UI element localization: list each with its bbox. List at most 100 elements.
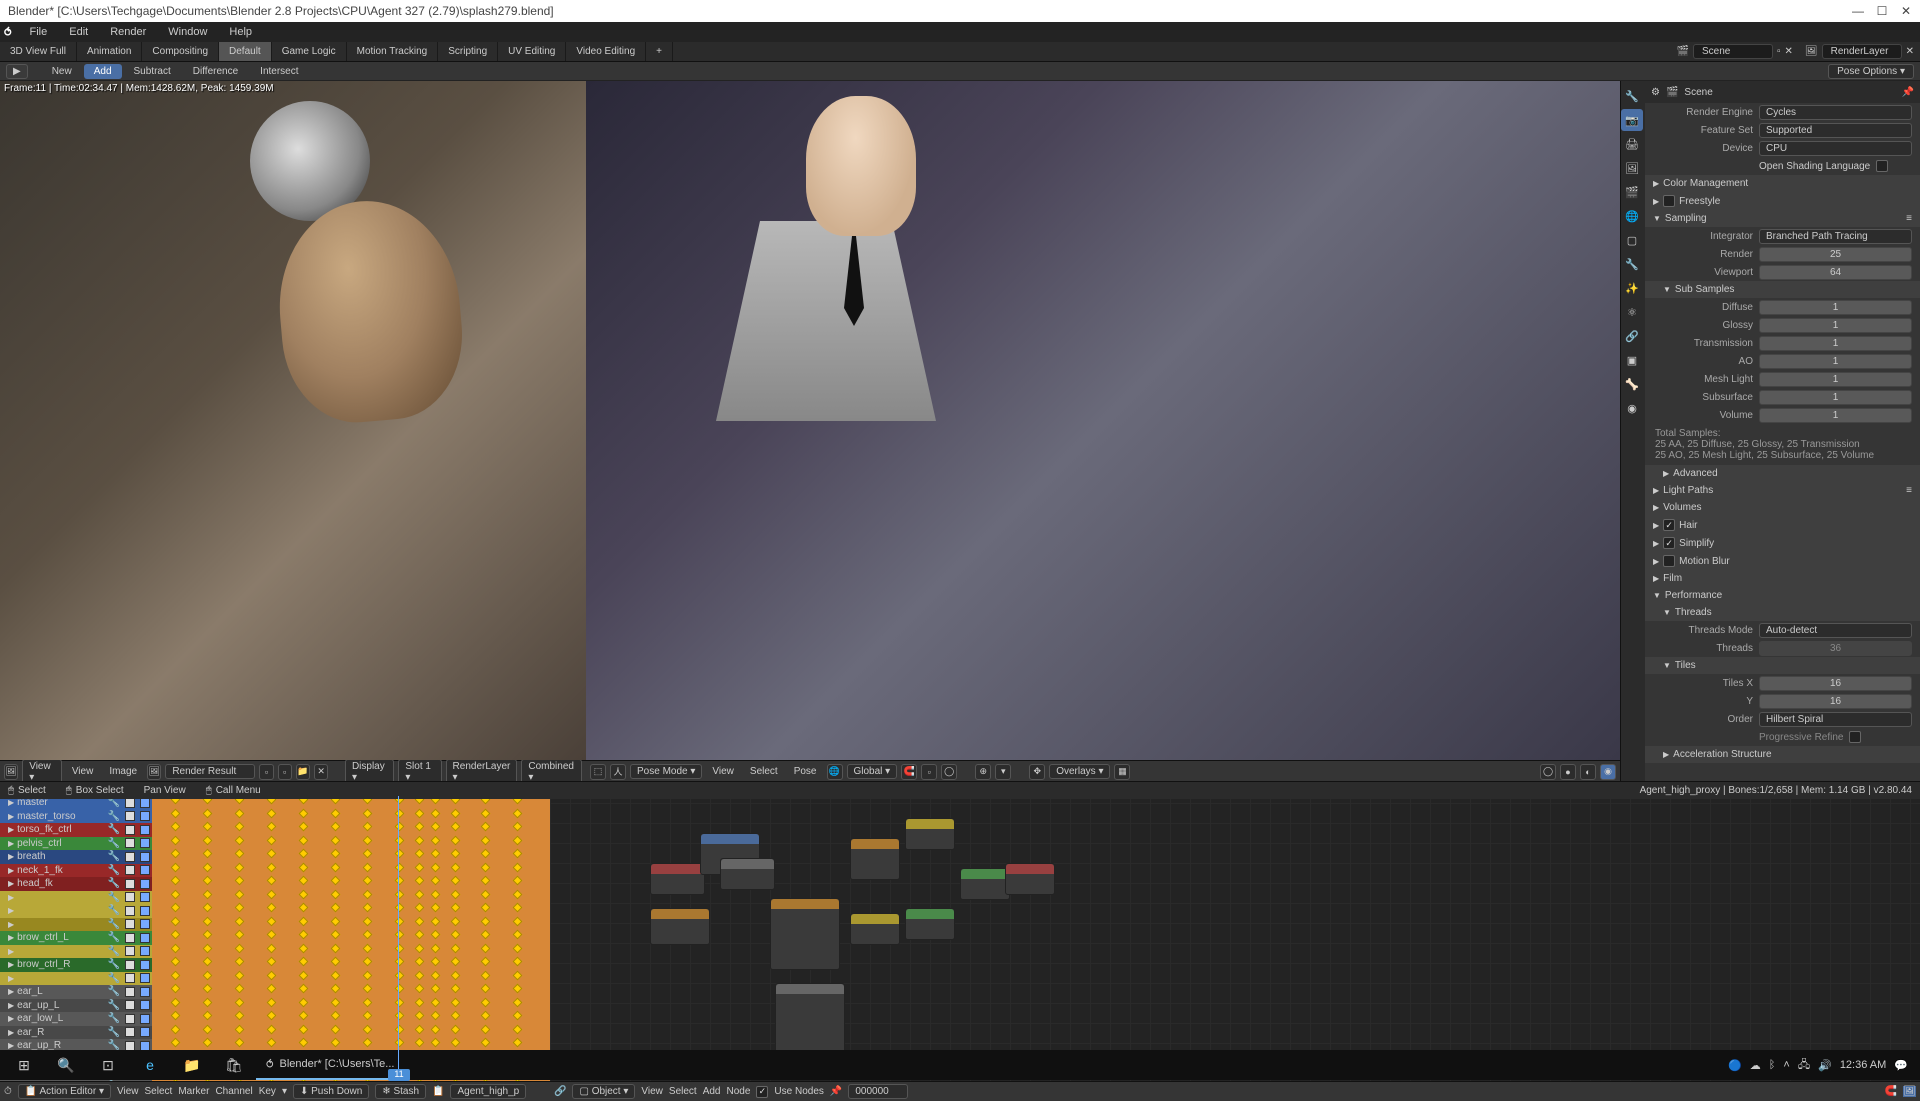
motionblur-checkbox[interactable] xyxy=(1663,555,1675,567)
keyframe[interactable] xyxy=(513,808,523,818)
keyframe[interactable] xyxy=(203,970,213,980)
channel-label[interactable]: ▶head_fk🔧 xyxy=(0,877,152,891)
node-view[interactable]: View xyxy=(641,1086,663,1097)
dope-editor-icon[interactable]: ⏱ xyxy=(4,1086,12,1097)
meshlight-field[interactable]: 1 xyxy=(1759,372,1912,387)
keyframe[interactable] xyxy=(395,822,405,832)
keyframe[interactable] xyxy=(415,997,425,1007)
keyframe[interactable] xyxy=(363,984,373,994)
taskbar-blender[interactable]: ⥀ Blender* [C:\Users\Te... xyxy=(256,1050,404,1080)
channel-track[interactable] xyxy=(152,918,550,932)
order-dropdown[interactable]: Hilbert Spiral xyxy=(1759,712,1912,727)
keyframe[interactable] xyxy=(235,1024,245,1034)
3d-viewport[interactable] xyxy=(586,81,1620,760)
dope-channel-row[interactable]: ▶ear_up_L🔧 xyxy=(0,999,550,1013)
section-accel[interactable]: ▶Acceleration Structure xyxy=(1645,746,1920,763)
keyframe[interactable] xyxy=(267,943,277,953)
tab-bone-icon[interactable]: 🦴 xyxy=(1621,373,1643,395)
snap-opt-icon[interactable]: ▫ xyxy=(921,764,937,780)
keyframe[interactable] xyxy=(415,862,425,872)
keyframe[interactable] xyxy=(299,970,309,980)
keyframe[interactable] xyxy=(451,1038,461,1048)
shading-wire-icon[interactable]: ◯ xyxy=(1540,764,1556,780)
dope-channel-row[interactable]: ▶head_fk🔧 xyxy=(0,877,550,891)
keyframe[interactable] xyxy=(395,957,405,967)
keyframe[interactable] xyxy=(331,889,341,899)
tab-data-icon[interactable]: ▣ xyxy=(1621,349,1643,371)
keyframe[interactable] xyxy=(331,1024,341,1034)
keyframe[interactable] xyxy=(513,1038,523,1048)
dope-key[interactable]: Key xyxy=(259,1086,276,1097)
keyframe[interactable] xyxy=(267,1011,277,1021)
keyframe[interactable] xyxy=(513,1011,523,1021)
keyframe[interactable] xyxy=(171,835,181,845)
keyframe[interactable] xyxy=(415,957,425,967)
keyframe[interactable] xyxy=(415,930,425,940)
keyframe[interactable] xyxy=(267,808,277,818)
keyframe[interactable] xyxy=(331,1038,341,1048)
overlays-dropdown[interactable]: Overlays ▾ xyxy=(1049,764,1110,779)
keyframe[interactable] xyxy=(513,984,523,994)
keyframe[interactable] xyxy=(415,876,425,886)
keyframe[interactable] xyxy=(431,889,441,899)
keyframe[interactable] xyxy=(267,862,277,872)
tool-intersect[interactable]: Intersect xyxy=(250,64,308,79)
explorer-icon[interactable]: 📁 xyxy=(172,1050,212,1080)
keyframe[interactable] xyxy=(267,876,277,886)
diffuse-field[interactable]: 1 xyxy=(1759,300,1912,315)
prop-editor-icon[interactable]: ⚙ xyxy=(1651,87,1660,98)
keyframe[interactable] xyxy=(203,1038,213,1048)
keyframe[interactable] xyxy=(267,930,277,940)
search-icon[interactable]: 🔍 xyxy=(46,1050,86,1080)
keyframe[interactable] xyxy=(171,903,181,913)
pivot-opt-icon[interactable]: ▾ xyxy=(995,764,1011,780)
transmission-field[interactable]: 1 xyxy=(1759,336,1912,351)
ws-gamelogic[interactable]: Game Logic xyxy=(272,42,347,61)
keyframe[interactable] xyxy=(395,862,405,872)
dope-mode-dropdown[interactable]: 📋 Action Editor ▾ xyxy=(18,1084,111,1099)
dope-select[interactable]: Select xyxy=(145,1086,173,1097)
keyframe[interactable] xyxy=(481,1024,491,1034)
gizmo-icon[interactable]: ✥ xyxy=(1029,764,1045,780)
keyframe[interactable] xyxy=(415,970,425,980)
keyframe[interactable] xyxy=(363,957,373,967)
keyframe[interactable] xyxy=(267,984,277,994)
close-icon[interactable]: ✕ xyxy=(1900,4,1912,18)
section-threads[interactable]: ▼Threads xyxy=(1645,604,1920,621)
keyframe[interactable] xyxy=(451,849,461,859)
keyframe[interactable] xyxy=(203,862,213,872)
ws-videoediting[interactable]: Video Editing xyxy=(566,42,646,61)
tab-material-icon[interactable]: ◉ xyxy=(1621,397,1643,419)
keyframe[interactable] xyxy=(203,822,213,832)
keyframe[interactable] xyxy=(363,808,373,818)
section-hair[interactable]: ▶Hair xyxy=(1645,516,1920,534)
section-volumes[interactable]: ▶Volumes xyxy=(1645,499,1920,516)
keyframe[interactable] xyxy=(395,916,405,926)
keyframe[interactable] xyxy=(513,889,523,899)
tray-volume-icon[interactable]: 🔊 xyxy=(1818,1059,1832,1072)
tab-output-icon[interactable]: 🖨 xyxy=(1621,133,1643,155)
ws-compositing[interactable]: Compositing xyxy=(142,42,219,61)
keyframe[interactable] xyxy=(513,903,523,913)
keyframe[interactable] xyxy=(331,916,341,926)
freestyle-checkbox[interactable] xyxy=(1663,195,1675,207)
keyframe[interactable] xyxy=(171,1011,181,1021)
keyframe[interactable] xyxy=(331,930,341,940)
dope-channel-row[interactable]: ▶brow_ctrl_R🔧 xyxy=(0,958,550,972)
shading-solid-icon[interactable]: ● xyxy=(1560,764,1576,780)
keyframe[interactable] xyxy=(267,997,277,1007)
keyframe[interactable] xyxy=(171,930,181,940)
shading-lookdev-icon[interactable]: ◐ xyxy=(1580,764,1596,780)
keyframe[interactable] xyxy=(331,1011,341,1021)
channel-label[interactable]: ▶neck_1_fk🔧 xyxy=(0,864,152,878)
keyframe[interactable] xyxy=(431,1038,441,1048)
edge-icon[interactable]: e xyxy=(130,1050,170,1080)
ws-uvediting[interactable]: UV Editing xyxy=(498,42,566,61)
orientation-dropdown[interactable]: Global ▾ xyxy=(847,764,898,779)
dope-channel-row[interactable]: ▶ear_R🔧 xyxy=(0,1026,550,1040)
keyframe[interactable] xyxy=(299,849,309,859)
node-select[interactable]: Select xyxy=(669,1086,697,1097)
keyframe[interactable] xyxy=(267,1024,277,1034)
dope-channel-row[interactable]: ▶pelvis_ctrl🔧 xyxy=(0,837,550,851)
task-view-icon[interactable]: ⊡ xyxy=(88,1050,128,1080)
